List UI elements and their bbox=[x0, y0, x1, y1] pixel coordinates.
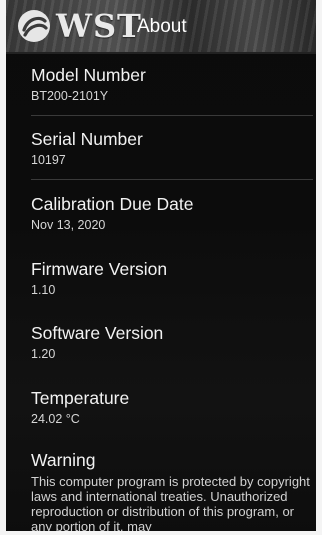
firmware-version-label: Firmware Version bbox=[31, 259, 168, 279]
divider bbox=[31, 179, 313, 180]
list-item-temperature[interactable]: Temperature 24.02 °C bbox=[6, 387, 316, 427]
list-item-serial-number[interactable]: Serial Number 10197 bbox=[6, 128, 316, 168]
action-bar: WST About bbox=[6, 0, 316, 54]
model-number-label: Model Number bbox=[31, 65, 146, 85]
temperature-value: 24.02 °C bbox=[31, 412, 80, 426]
about-screen: WST About Model Number BT200-2101Y Seria… bbox=[0, 0, 322, 535]
serial-number-label: Serial Number bbox=[31, 129, 143, 149]
software-version-value: 1.20 bbox=[31, 347, 56, 361]
right-frame-edge bbox=[316, 0, 322, 535]
warning-text: This computer program is protected by co… bbox=[31, 474, 310, 534]
bottom-frame-edge bbox=[0, 531, 322, 535]
page-title: About bbox=[137, 16, 187, 37]
list-item-software-version[interactable]: Software Version 1.20 bbox=[6, 322, 316, 362]
wst-logo-text: WST bbox=[56, 7, 142, 45]
list-item-model-number[interactable]: Model Number BT200-2101Y bbox=[6, 64, 316, 104]
firmware-version-value: 1.10 bbox=[31, 283, 56, 297]
software-version-label: Software Version bbox=[31, 323, 164, 343]
serial-number-value: 10197 bbox=[31, 153, 66, 167]
calibration-due-date-label: Calibration Due Date bbox=[31, 194, 194, 214]
calibration-due-date-value: Nov 13, 2020 bbox=[31, 218, 106, 232]
list-item-calibration-due-date[interactable]: Calibration Due Date Nov 13, 2020 bbox=[6, 193, 316, 233]
wst-swirl-logo-icon bbox=[18, 10, 50, 42]
list-item-firmware-version[interactable]: Firmware Version 1.10 bbox=[6, 258, 316, 298]
divider bbox=[31, 115, 313, 116]
left-frame-edge bbox=[0, 0, 6, 535]
list-item-warning[interactable]: Warning This computer program is protect… bbox=[6, 449, 316, 534]
warning-label: Warning bbox=[31, 450, 96, 470]
temperature-label: Temperature bbox=[31, 388, 130, 408]
model-number-value: BT200-2101Y bbox=[31, 89, 109, 103]
